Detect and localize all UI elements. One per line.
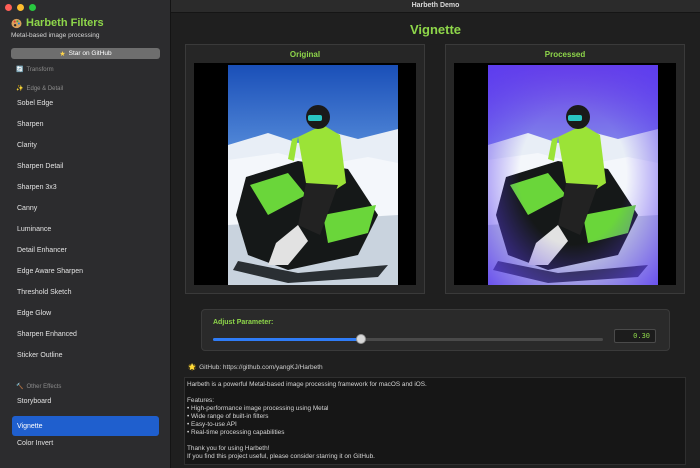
sidebar-item-label: Sharpen Detail: [17, 162, 64, 170]
github-link-line: 🌟 GitHub: https://github.com/yangKJ/Harb…: [188, 363, 323, 372]
section-label: Edge & Detail: [26, 85, 64, 92]
slider-thumb[interactable]: [356, 334, 367, 344]
transform-icon: 🔄: [16, 67, 24, 73]
close-window-button[interactable]: [5, 4, 12, 11]
star-icon: 🌟: [188, 364, 197, 371]
sidebar-item-sharpen[interactable]: Sharpen: [12, 114, 159, 134]
sidebar-item-clarity[interactable]: Clarity: [12, 135, 159, 155]
description-text: Harbeth is a powerful Metal-based image …: [184, 377, 686, 465]
sidebar-item-label: Edge Glow: [17, 309, 52, 317]
parameter-slider[interactable]: [213, 334, 603, 344]
sidebar-item-label: Threshold Sketch: [17, 288, 72, 296]
minimize-window-button[interactable]: [17, 4, 24, 11]
section-other-effects: 🔨 Other Effects: [16, 383, 62, 391]
processed-label: Processed: [544, 50, 586, 59]
app-name: Harbeth Filters: [26, 17, 104, 29]
window-controls: [5, 4, 36, 11]
github-link[interactable]: GitHub: https://github.com/yangKJ/Harbet…: [199, 364, 323, 371]
sidebar-item-label: Color Invert: [17, 439, 54, 447]
sidebar-item-label: Sharpen Enhanced: [17, 330, 77, 338]
sidebar-item-label: Sharpen: [17, 120, 44, 128]
sidebar-item-label: Luminance: [17, 225, 52, 233]
sidebar-item-label: Detail Enhancer: [17, 246, 67, 254]
sidebar-item-sharpen-3x3[interactable]: Sharpen 3x3: [12, 177, 159, 197]
app-subtitle: Metal-based image processing: [11, 32, 100, 39]
sidebar: Harbeth Filters Metal-based image proces…: [0, 0, 171, 468]
hammer-icon: 🔨: [16, 384, 24, 390]
sidebar-item-canny[interactable]: Canny: [12, 198, 159, 218]
sidebar-item-label: Sharpen 3x3: [17, 183, 57, 191]
sidebar-item-label: Vignette: [17, 422, 43, 430]
processed-image: [488, 65, 658, 285]
original-label: Original: [289, 50, 321, 59]
original-image: [228, 65, 398, 285]
sidebar-item-label: Sticker Outline: [17, 351, 63, 359]
section-transform: 🔄 Transform: [16, 66, 54, 74]
sidebar-item-storyboard[interactable]: Storyboard: [12, 391, 159, 411]
star-button-label: Star on GitHub: [68, 50, 112, 57]
sidebar-item-sharpen-detail[interactable]: Sharpen Detail: [12, 156, 159, 176]
star-icon: ★: [59, 50, 66, 58]
original-image-frame: [194, 63, 416, 285]
title-bar: Harbeth Demo: [171, 0, 700, 13]
processed-image-frame: [454, 63, 676, 285]
sidebar-item-edge-aware-sharpen[interactable]: Edge Aware Sharpen: [12, 261, 159, 281]
app-brand: Harbeth Filters: [11, 17, 104, 29]
slider-fill: [213, 338, 362, 341]
sidebar-item-sticker-outline[interactable]: Sticker Outline: [12, 345, 159, 365]
palette-icon: [11, 18, 22, 28]
sidebar-item-edge-glow[interactable]: Edge Glow: [12, 303, 159, 323]
parameter-label: Adjust Parameter:: [213, 319, 274, 326]
parameter-panel: Adjust Parameter: 0.30: [201, 309, 670, 351]
parameter-value-field[interactable]: 0.30: [614, 329, 656, 343]
sidebar-item-label: Sobel Edge: [17, 99, 54, 107]
sidebar-item-label: Canny: [17, 204, 38, 212]
sidebar-item-detail-enhancer[interactable]: Detail Enhancer: [12, 240, 159, 260]
sidebar-item-threshold-sketch[interactable]: Threshold Sketch: [12, 282, 159, 302]
sidebar-item-label: Clarity: [17, 141, 37, 149]
processed-panel: Processed: [445, 44, 685, 294]
sidebar-item-sobel-edge[interactable]: Sobel Edge: [12, 93, 159, 113]
star-on-github-button[interactable]: ★ Star on GitHub: [11, 48, 160, 59]
section-edge-detail: ✨ Edge & Detail: [16, 85, 64, 93]
sidebar-item-color-invert[interactable]: Color Invert: [12, 433, 159, 453]
main-content: Vignette Original Processed Adjust Param…: [171, 13, 700, 468]
filter-title: Vignette: [409, 22, 462, 37]
sidebar-item-luminance[interactable]: Luminance: [12, 219, 159, 239]
section-label: Other Effects: [26, 383, 62, 390]
sidebar-item-label: Edge Aware Sharpen: [17, 267, 84, 275]
section-label: Transform: [26, 66, 54, 73]
window-title: Harbeth Demo: [411, 2, 460, 9]
sidebar-item-sharpen-enhanced[interactable]: Sharpen Enhanced: [12, 324, 159, 344]
zoom-window-button[interactable]: [29, 4, 36, 11]
original-panel: Original: [185, 44, 425, 294]
sidebar-item-label: Storyboard: [17, 397, 52, 405]
sparkles-icon: ✨: [16, 86, 24, 92]
